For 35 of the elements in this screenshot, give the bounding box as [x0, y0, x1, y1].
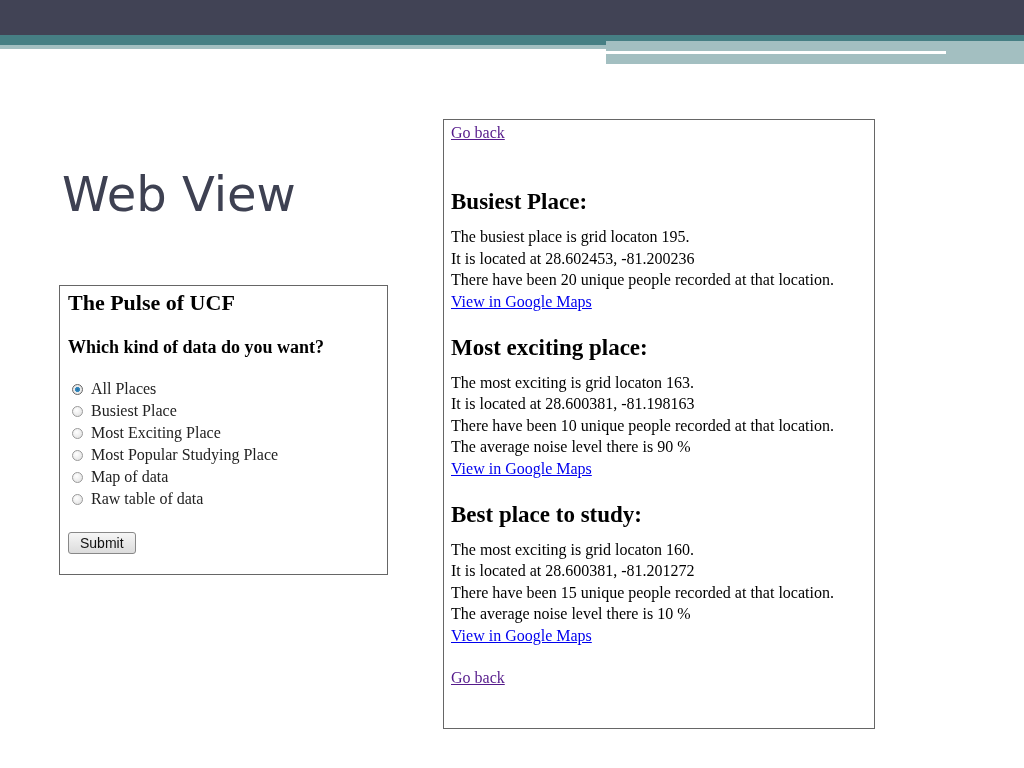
link[interactable]: View in Google Maps [451, 457, 592, 479]
link[interactable]: View in Google Maps [451, 624, 592, 646]
option-label: Most Exciting Place [91, 424, 221, 442]
info-text: The average noise level there is 10 % [451, 604, 691, 625]
page-heading: The Pulse of UCF [68, 290, 236, 316]
radio-button[interactable] [72, 449, 83, 461]
info-text: The average noise level there is 90 % [451, 437, 691, 458]
link[interactable]: View in Google Maps [451, 290, 592, 312]
info-text: There have been 20 unique people recorded at that location. [451, 270, 834, 291]
option-label: Busiest Place [91, 402, 177, 420]
option-label: Most Popular Studying Place [91, 446, 279, 464]
info-text: It is located at 28.602453, -81.200236 [451, 248, 695, 269]
slide-title: Web View [62, 166, 297, 222]
info-text: The most exciting is grid locaton 160. [451, 539, 695, 560]
section-heading: Busiest Place: [451, 188, 588, 216]
question-heading: Which kind of data do you want? [68, 336, 326, 358]
option-label: All Places [91, 380, 157, 398]
info-text: The most exciting is grid locaton 163. [451, 372, 695, 393]
option-label: Map of data [91, 468, 169, 486]
link[interactable]: Go back [451, 666, 505, 688]
info-text: It is located at 28.600381, -81.201272 [451, 561, 695, 581]
option-label: Raw table of data [91, 490, 204, 508]
link[interactable]: Go back [451, 122, 505, 143]
info-text: There have been 10 unique people recorded at that location. [451, 415, 834, 436]
radio-button[interactable] [72, 405, 83, 417]
section-heading: Best place to study: [451, 500, 643, 529]
section-heading: Most exciting place: [451, 333, 648, 362]
submit-button[interactable]: Submit [68, 532, 136, 554]
info-text: The busiest place is grid locaton 195. [451, 227, 690, 248]
info-text: It is located at 28.600381, -81.198163 [451, 394, 695, 414]
info-text: There have been 15 unique people recorded at that location. [451, 582, 834, 603]
radio-button[interactable] [72, 383, 83, 395]
radio-button[interactable] [72, 427, 83, 439]
radio-button[interactable] [72, 471, 83, 483]
radio-button[interactable] [72, 493, 83, 505]
